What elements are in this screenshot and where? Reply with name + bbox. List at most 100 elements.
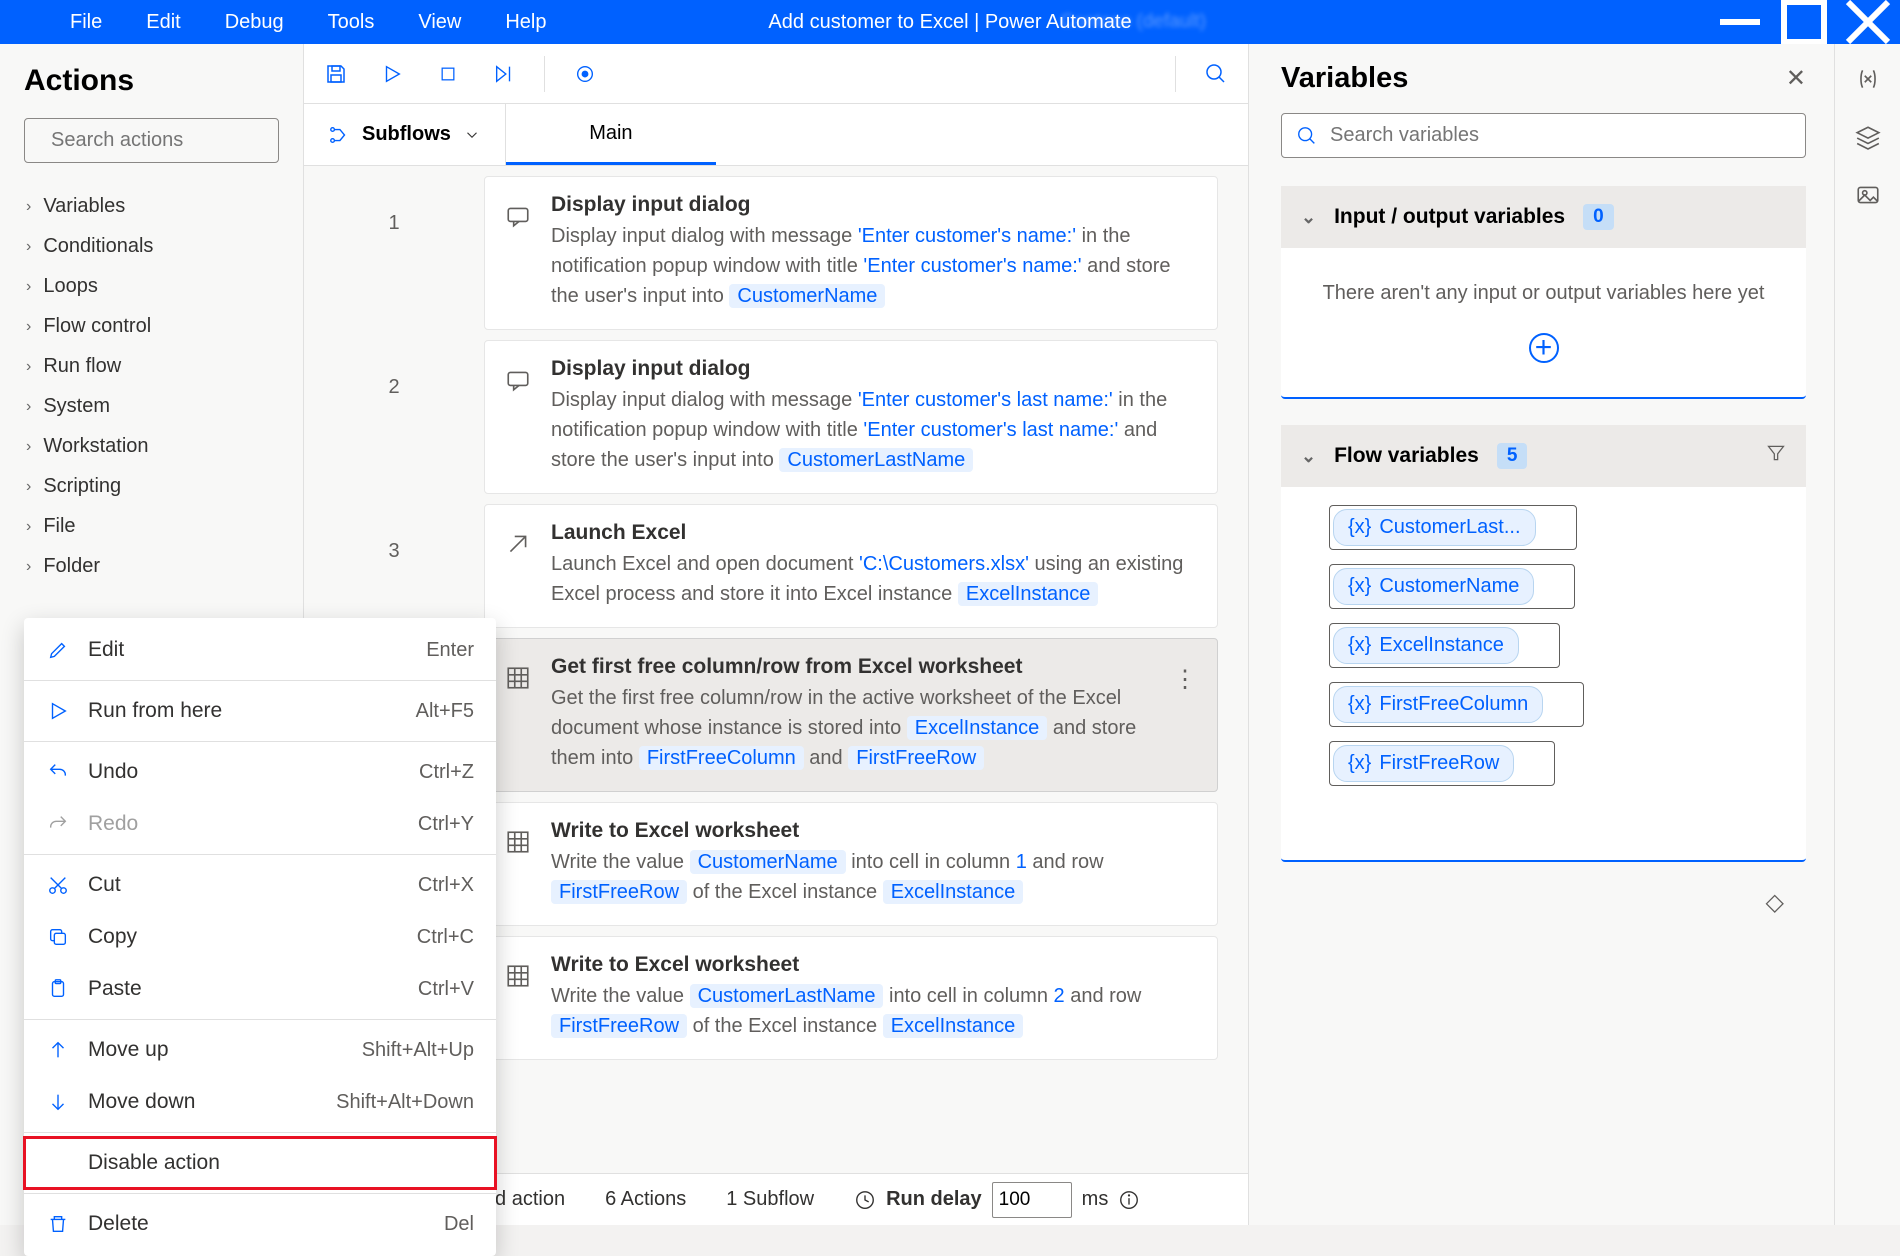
step-description: Display input dialog with message 'Enter… bbox=[551, 221, 1197, 311]
step-number: 2 bbox=[304, 340, 484, 399]
ctx-move-up[interactable]: Move upShift+Alt+Up bbox=[24, 1024, 496, 1076]
tab-main[interactable]: Main bbox=[506, 104, 716, 165]
filter-icon[interactable] bbox=[1766, 443, 1786, 469]
flow-variable[interactable]: {x}CustomerName bbox=[1329, 564, 1575, 609]
ctx-disable-action[interactable]: Disable action bbox=[24, 1137, 496, 1189]
tree-item[interactable]: ›System bbox=[24, 387, 279, 426]
ctx-label: Undo bbox=[88, 760, 138, 784]
subflows-label: Subflows bbox=[362, 123, 451, 146]
step-row: 2Display input dialogDisplay input dialo… bbox=[304, 340, 1218, 494]
step-title: Write to Excel worksheet bbox=[551, 819, 1197, 843]
ctx-shortcut: Ctrl+V bbox=[418, 978, 474, 1001]
ctx-label: Copy bbox=[88, 925, 137, 949]
flow-variables-header[interactable]: ⌄ Flow variables 5 bbox=[1281, 425, 1806, 487]
ctx-delete[interactable]: DeleteDel bbox=[24, 1198, 496, 1250]
tree-item[interactable]: ›Workstation bbox=[24, 427, 279, 466]
run-delay-label: Run delay bbox=[886, 1188, 982, 1211]
step-button[interactable] bbox=[488, 58, 520, 90]
editor-search-button[interactable] bbox=[1200, 58, 1232, 90]
maximize-button[interactable] bbox=[1772, 0, 1836, 44]
menu-debug[interactable]: Debug bbox=[203, 1, 306, 44]
save-button[interactable] bbox=[320, 58, 352, 90]
ctx-move-down[interactable]: Move downShift+Alt+Down bbox=[24, 1076, 496, 1128]
step-title: Display input dialog bbox=[551, 193, 1197, 217]
menu-file[interactable]: File bbox=[48, 1, 124, 44]
flow-variable[interactable]: {x}FirstFreeRow bbox=[1329, 741, 1555, 786]
variables-search-input[interactable] bbox=[1330, 124, 1791, 147]
step-card[interactable]: Display input dialog Display input dialog… bbox=[484, 176, 1218, 330]
variable-icon: {x} bbox=[1348, 516, 1371, 539]
title-bar: File Edit Debug Tools View Help Add cust… bbox=[0, 0, 1900, 44]
chevron-right-icon: › bbox=[26, 478, 31, 496]
ctx-icon bbox=[46, 977, 70, 1001]
record-button[interactable] bbox=[569, 58, 601, 90]
menu-edit[interactable]: Edit bbox=[124, 1, 202, 44]
ctx-copy[interactable]: CopyCtrl+C bbox=[24, 911, 496, 963]
tree-item[interactable]: ›Loops bbox=[24, 267, 279, 306]
step-icon bbox=[505, 203, 533, 231]
ctx-paste[interactable]: Paste Ctrl+V bbox=[24, 963, 496, 1015]
context-menu[interactable]: EditEnterRun from hereAlt+F5UndoCtrl+ZRe… bbox=[24, 618, 496, 1256]
chevron-right-icon: › bbox=[26, 438, 31, 456]
flow-variable[interactable]: {x}CustomerLast... bbox=[1329, 505, 1577, 550]
actions-search[interactable] bbox=[24, 118, 279, 163]
layers-rail-icon[interactable] bbox=[1855, 124, 1881, 150]
ctx-label: Move up bbox=[88, 1038, 169, 1062]
ctx-run-from-here[interactable]: Run from hereAlt+F5 bbox=[24, 685, 496, 737]
step-card[interactable]: Launch ExcelLaunch Excel and open docume… bbox=[484, 504, 1218, 628]
user-info[interactable]: Contoso (default) bbox=[1040, 11, 1226, 33]
run-delay: Run delay ms bbox=[854, 1182, 1140, 1218]
tree-item[interactable]: ›File bbox=[24, 507, 279, 546]
tree-item[interactable]: ›Scripting bbox=[24, 467, 279, 506]
tree-item[interactable]: ›Conditionals bbox=[24, 227, 279, 266]
variables-search[interactable] bbox=[1281, 113, 1806, 158]
step-number: 3 bbox=[304, 504, 484, 563]
images-rail-icon[interactable] bbox=[1855, 182, 1881, 208]
ctx-cut[interactable]: CutCtrl+X bbox=[24, 859, 496, 911]
info-icon[interactable] bbox=[1118, 1189, 1140, 1211]
actions-tree: ›Variables›Conditionals›Loops›Flow contr… bbox=[24, 187, 279, 586]
tree-item[interactable]: ›Variables bbox=[24, 187, 279, 226]
io-variables-header[interactable]: ⌄ Input / output variables 0 bbox=[1281, 186, 1806, 248]
variable-icon: {x} bbox=[1348, 693, 1371, 716]
window-controls bbox=[1708, 0, 1900, 44]
ctx-label: Paste bbox=[88, 977, 142, 1001]
minimize-button[interactable] bbox=[1708, 0, 1772, 44]
clear-selection-button[interactable]: ◇ bbox=[1281, 888, 1806, 935]
tree-item[interactable]: ›Run flow bbox=[24, 347, 279, 386]
ctx-shortcut: Del bbox=[444, 1213, 474, 1236]
step-card[interactable]: Get first free column/row from Excel wor… bbox=[484, 638, 1218, 792]
tree-item[interactable]: ›Folder bbox=[24, 547, 279, 586]
close-variables-button[interactable]: ✕ bbox=[1786, 64, 1806, 93]
variable-icon: {x} bbox=[1348, 634, 1371, 657]
menu-tools[interactable]: Tools bbox=[306, 1, 397, 44]
variables-rail-icon[interactable] bbox=[1855, 66, 1881, 92]
run-button[interactable] bbox=[376, 58, 408, 90]
step-card[interactable]: Display input dialogDisplay input dialog… bbox=[484, 340, 1218, 494]
actions-search-input[interactable] bbox=[51, 129, 316, 152]
menu-help[interactable]: Help bbox=[483, 1, 568, 44]
io-count-badge: 0 bbox=[1583, 204, 1614, 230]
flow-variable[interactable]: {x}ExcelInstance bbox=[1329, 623, 1560, 668]
ctx-edit[interactable]: EditEnter bbox=[24, 624, 496, 676]
ctx-icon bbox=[46, 1038, 70, 1062]
flow-variables-list: {x}CustomerLast... {x}CustomerName {x}Exce… bbox=[1281, 487, 1806, 860]
run-delay-input[interactable] bbox=[992, 1182, 1072, 1218]
close-button[interactable] bbox=[1836, 0, 1900, 44]
subflows-button[interactable]: Subflows bbox=[304, 104, 506, 165]
ctx-label: Move down bbox=[88, 1090, 195, 1114]
menu-view[interactable]: View bbox=[396, 1, 483, 44]
flow-variables-section: ⌄ Flow variables 5 {x}CustomerLast...{x}… bbox=[1281, 425, 1806, 862]
stop-button[interactable] bbox=[432, 58, 464, 90]
step-card[interactable]: Write to Excel worksheetWrite the value … bbox=[484, 802, 1218, 926]
ctx-shortcut: Ctrl+Y bbox=[418, 813, 474, 836]
step-card[interactable]: Write to Excel worksheetWrite the value … bbox=[484, 936, 1218, 1060]
io-heading: Input / output variables bbox=[1334, 205, 1565, 229]
ctx-icon bbox=[46, 873, 70, 897]
more-icon[interactable]: ⋮ bbox=[1173, 655, 1197, 694]
variables-panel: Variables ✕ ⌄ Input / output variables 0… bbox=[1248, 44, 1834, 1225]
tree-item[interactable]: ›Flow control bbox=[24, 307, 279, 346]
flow-variable[interactable]: {x}FirstFreeColumn bbox=[1329, 682, 1584, 727]
add-io-variable-button[interactable]: + bbox=[1529, 333, 1559, 363]
ctx-undo[interactable]: UndoCtrl+Z bbox=[24, 746, 496, 798]
